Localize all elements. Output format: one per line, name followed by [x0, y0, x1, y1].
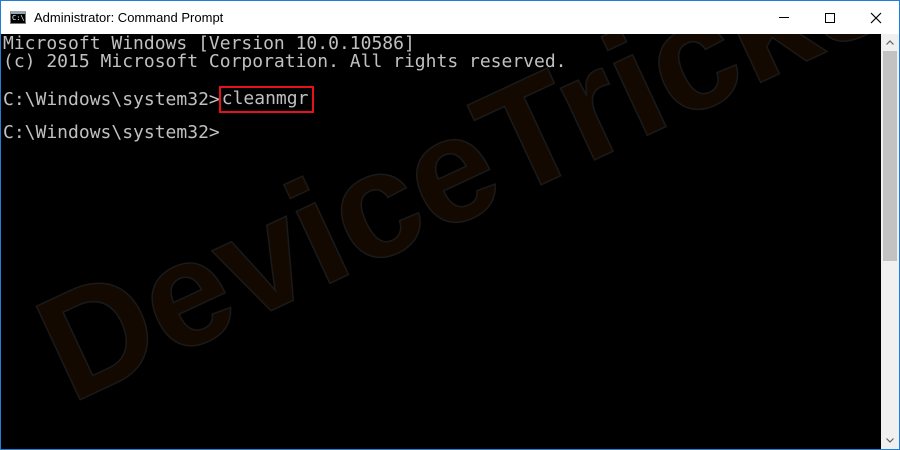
maximize-icon [825, 12, 835, 23]
minimize-icon [779, 17, 789, 18]
command-prompt-window: C:\ Administrator: Command Prompt Device… [0, 0, 900, 450]
close-icon [870, 12, 882, 23]
console-line: (c) 2015 Microsoft Corporation. All righ… [3, 51, 567, 72]
window-title: Administrator: Command Prompt [34, 10, 224, 25]
command-prompt-icon-glyph: C:\ [12, 14, 25, 22]
prompt-text: C:\Windows\system32> [3, 89, 220, 110]
command-prompt-icon[interactable]: C:\ [10, 11, 26, 24]
title-bar[interactable]: C:\ Administrator: Command Prompt [1, 1, 899, 34]
vertical-scrollbar[interactable] [881, 34, 899, 449]
scroll-thumb[interactable] [883, 51, 897, 261]
console-prompt-line: C:\Windows\system32> cleanmgr [3, 86, 315, 114]
scroll-down-button[interactable] [881, 432, 899, 449]
console-prompt-line: C:\Windows\system32> [3, 122, 220, 143]
console-output[interactable]: DeviceTricks Microsoft Windows [Version … [1, 34, 881, 449]
close-button[interactable] [853, 1, 899, 34]
chevron-down-icon [886, 438, 894, 443]
chevron-up-icon [886, 40, 894, 45]
scroll-up-button[interactable] [881, 34, 899, 51]
highlighted-command: cleanmgr [218, 86, 315, 113]
maximize-button[interactable] [807, 1, 853, 34]
command-text: cleanmgr [221, 88, 309, 109]
minimize-button[interactable] [761, 1, 807, 34]
